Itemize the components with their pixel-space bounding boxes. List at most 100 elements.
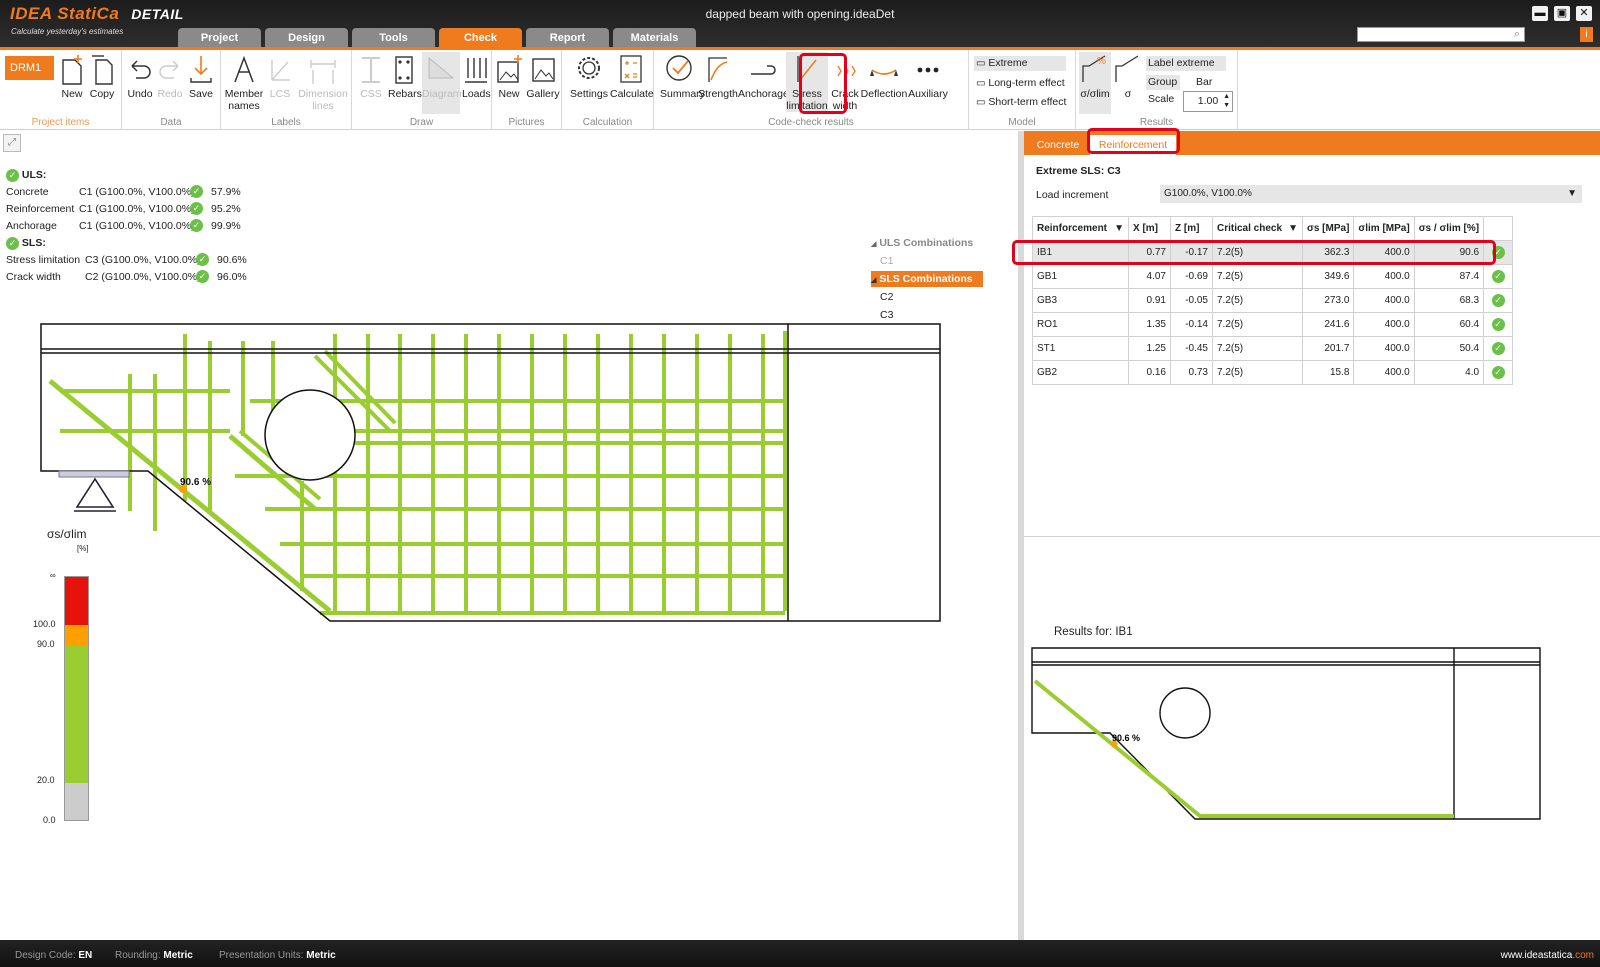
column-header[interactable]: Z [m] [1170,216,1213,241]
redo-button[interactable]: Redo [156,52,184,100]
column-header[interactable]: Reinforcement ▼ [1032,216,1129,241]
table-row[interactable]: GB3 0.91 -0.05 7.2(5) 273.0 400.0 68.3 ✓ [1032,288,1514,313]
filter-icon[interactable]: ▼ [1288,223,1298,234]
info-button[interactable]: i [1580,27,1593,42]
table-cell: 7.2(5) [1212,288,1303,313]
table-row[interactable]: GB1 4.07 -0.69 7.2(5) 349.6 400.0 87.4 ✓ [1032,264,1514,289]
column-header[interactable]: σs / σlim [%] [1413,216,1485,241]
column-header[interactable]: Critical check ▼ [1212,216,1303,241]
css-button[interactable]: CSS [356,52,386,100]
table-cell: -0.05 [1170,288,1213,313]
member-names-button[interactable]: Member names [224,52,264,112]
beam-model-drawing: 90.6 % [40,323,941,622]
summary-button[interactable]: Summary [660,52,705,100]
column-header[interactable]: σs [MPa] [1301,216,1355,241]
status-label: Design Code: [15,950,76,961]
label-extreme-toggle[interactable]: Label extreme [1146,56,1226,71]
table-row[interactable]: ST1 1.25 -0.45 7.2(5) 201.7 400.0 50.4 ✓ [1032,336,1514,361]
new-item-label: New [61,88,83,100]
undo-button[interactable]: Undo [126,52,154,100]
filter-icon[interactable]: ▼ [1114,223,1124,234]
close-button[interactable]: ✕ [1576,6,1592,21]
web-suffix: .com [1572,950,1594,961]
group-calculation: Settings Calculate Calculation [562,50,654,130]
tab-materials[interactable]: Materials [613,28,696,48]
table-cell: 4.0 [1413,360,1485,385]
diagram-button[interactable]: Diagram [422,52,462,114]
legend-tick: 90.0 [37,639,55,649]
table-cell: 400.0 [1353,288,1415,313]
document-icon: ▭ [976,58,986,69]
group-label-labels: Labels [271,117,301,128]
legend-tick: ∞ [50,571,56,580]
gallery-button[interactable]: Gallery [526,52,560,100]
status-value: EN [78,950,93,961]
status-design-code: Design Code: EN [15,950,92,961]
tab-tools[interactable]: Tools [352,28,435,48]
tab-design[interactable]: Design [265,28,348,48]
model-dropdown[interactable]: DRM1 ▼ [5,56,54,97]
save-icon [190,56,212,83]
option-extreme[interactable]: ▭ Extreme [974,56,1066,71]
bar-toggle[interactable]: Bar [1194,75,1224,90]
ratio-icon: % [1082,55,1106,82]
sigma-button[interactable]: σ [1113,52,1143,100]
option-long-term[interactable]: ▭ Long-term effect [974,76,1074,91]
option-short-term[interactable]: ▭ Short-term effect [974,95,1074,110]
legend-unit: [%] [77,544,89,553]
copy-item-button[interactable]: Copy [88,52,116,100]
loads-button[interactable]: Loads [462,52,491,100]
table-cell: 7.2(5) [1212,264,1303,289]
status-value: Metric [306,950,336,961]
table-header-row: Reinforcement ▼ X [m] Z [m] Critical chec… [1032,216,1514,241]
tab-report[interactable]: Report [526,28,609,48]
group-toggle[interactable]: Group [1146,75,1180,90]
new-item-button[interactable]: New [58,52,86,100]
save-button[interactable]: Save [186,52,216,100]
dimension-lines-button[interactable]: Dimension lines [297,52,349,112]
scale-input[interactable]: 1.00 ▲ ▼ [1183,91,1233,112]
label-extreme-text: Label extreme [1148,57,1215,69]
deflection-icon [870,69,898,76]
legend-band-ok [65,645,88,783]
svg-text:%: % [1097,56,1106,67]
table-cell: 7.2(5) [1212,360,1303,385]
deflection-button[interactable]: Deflection [860,52,908,100]
tab-check[interactable]: Check [439,28,522,48]
table-row[interactable]: GB2 0.16 0.73 7.2(5) 15.8 400.0 4.0 ✓ [1032,360,1514,385]
search-input[interactable]: ⌕ [1357,27,1525,42]
table-cell: 15.8 [1301,360,1355,385]
sigma-icon [1115,55,1139,82]
chevron-down-icon: ▼ [1567,188,1577,199]
status-bar: Design Code: EN Rounding: Metric Present… [0,940,1600,967]
support [58,470,130,512]
strength-button[interactable]: Strength [698,52,738,100]
anchorage-label: Anchorage [738,88,789,100]
table-row[interactable]: RO1 1.35 -0.14 7.2(5) 241.6 400.0 60.4 ✓ [1032,312,1514,337]
tab-concrete[interactable]: Concrete [1030,135,1086,155]
new-picture-button[interactable]: New [494,52,524,100]
legend-band-warn [65,625,88,645]
auxiliary-button[interactable]: Auxiliary [906,52,950,100]
ratio-button[interactable]: % σ/σlim [1079,52,1111,114]
load-increment-select[interactable]: G100.0%, V100.0% ▼ [1160,185,1582,203]
load-increment-label: Load increment [1036,189,1109,201]
anchorage-icon [751,65,776,75]
rebars-button[interactable]: Rebars [388,52,422,100]
member-names-label: Member names [224,88,264,112]
table-cell: 400.0 [1353,336,1415,361]
lcs-button[interactable]: LCS [266,52,294,100]
legend-band-low [65,783,88,820]
website-link[interactable]: www.ideastatica.com [1501,950,1594,961]
column-header[interactable]: σlim [MPa] [1353,216,1415,241]
model-view[interactable]: ⤢ ✓ ULS: Concrete C1 (G100.0%, V100.0%) ✓ 5… [0,131,1018,940]
settings-button[interactable]: Settings [570,52,608,100]
rebar-grid [48,331,787,615]
bar-toggle-label: Bar [1196,76,1213,88]
tab-project[interactable]: Project [178,28,261,48]
minimize-button[interactable]: ▬ [1532,6,1548,21]
calculate-button[interactable]: Calculate [610,52,654,100]
anchorage-button[interactable]: Anchorage [738,52,789,100]
maximize-button[interactable]: ▣ [1554,6,1570,21]
column-header[interactable]: X [m] [1128,216,1171,241]
